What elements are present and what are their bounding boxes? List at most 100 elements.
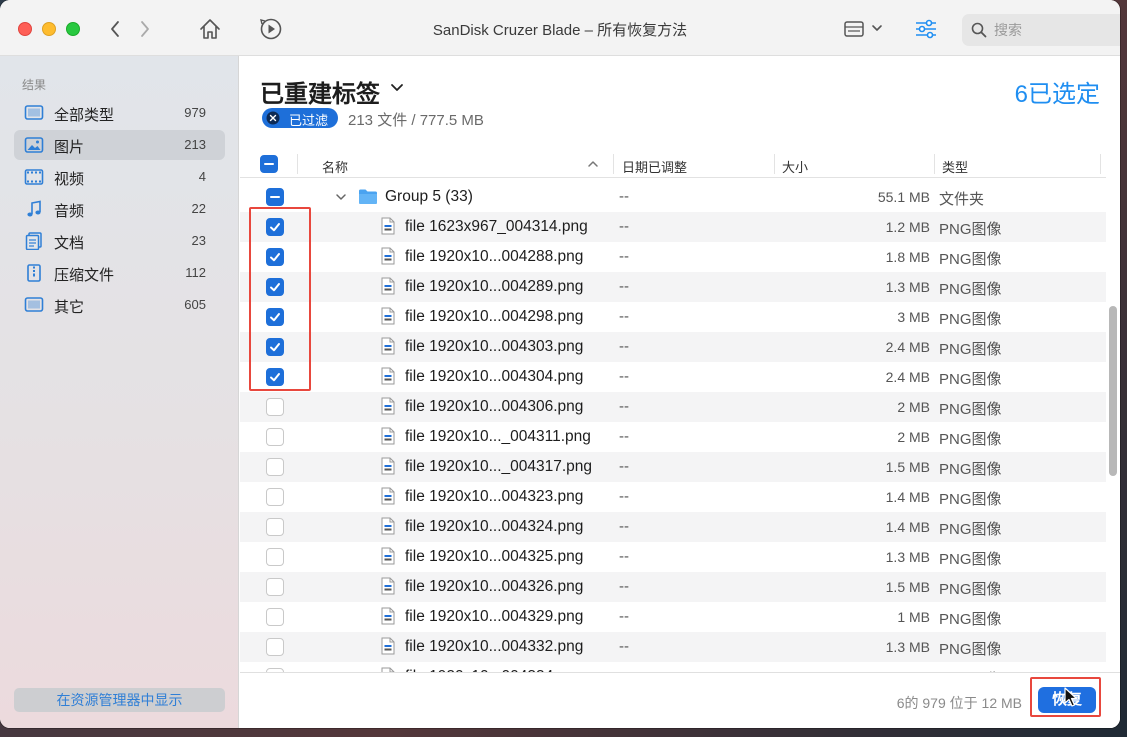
- chevron-down-icon[interactable]: [335, 192, 347, 202]
- file-kind: PNG图像: [939, 281, 1002, 298]
- column-separator: [774, 154, 775, 174]
- file-size: 3 MB: [897, 309, 930, 325]
- table-row[interactable]: file 1920x10...004332.png -- 1.3 MB PNG图像: [240, 632, 1106, 662]
- row-checkbox[interactable]: [266, 398, 284, 416]
- show-in-explorer-button[interactable]: 在资源管理器中显示: [14, 688, 225, 712]
- zoom-window-button[interactable]: [66, 22, 80, 36]
- row-checkbox[interactable]: [266, 368, 284, 386]
- row-checkbox[interactable]: [266, 608, 284, 626]
- file-name: file 1920x10...004306.png: [405, 398, 584, 415]
- table-row[interactable]: file 1920x10..._004311.png -- 2 MB PNG图像: [240, 422, 1106, 452]
- file-date: --: [619, 218, 629, 235]
- select-all-checkbox[interactable]: [260, 155, 278, 173]
- file-size: 1.3 MB: [885, 279, 930, 295]
- table-row[interactable]: file 1920x10...004298.png -- 3 MB PNG图像: [240, 302, 1106, 332]
- sort-ascending-icon[interactable]: [587, 159, 599, 169]
- page-title[interactable]: 已重建标签: [260, 74, 380, 109]
- table-row[interactable]: file 1920x10...004303.png -- 2.4 MB PNG图像: [240, 332, 1106, 362]
- sidebar-item-other[interactable]: 其它 605: [14, 290, 225, 320]
- chevron-down-icon[interactable]: [390, 82, 404, 94]
- list-view-icon: [844, 21, 882, 37]
- vertical-scrollbar[interactable]: [1106, 178, 1120, 672]
- group-checkbox[interactable]: [266, 188, 284, 206]
- scrollbar-thumb[interactable]: [1109, 306, 1117, 476]
- window-title: SanDisk Cruzer Blade – 所有恢复方法: [432, 22, 688, 39]
- row-checkbox[interactable]: [266, 548, 284, 566]
- forward-button[interactable]: [132, 16, 158, 42]
- png-file-icon: [381, 607, 395, 625]
- table-row[interactable]: file 1920x10...004324.png -- 1.4 MB PNG图像: [240, 512, 1106, 542]
- sidebar-item-images[interactable]: 图片 213: [14, 130, 225, 160]
- all-types-icon: [24, 105, 44, 120]
- png-file-icon: [381, 577, 395, 595]
- table-row[interactable]: file 1920x10..._004317.png -- 1.5 MB PNG图像: [240, 452, 1106, 482]
- home-button[interactable]: [197, 16, 223, 42]
- row-checkbox[interactable]: [266, 458, 284, 476]
- back-button[interactable]: [102, 16, 128, 42]
- row-checkbox[interactable]: [266, 308, 284, 326]
- row-checkbox[interactable]: [266, 428, 284, 446]
- column-header-kind[interactable]: 类型: [942, 157, 968, 176]
- table-row[interactable]: file 1920x10...004306.png -- 2 MB PNG图像: [240, 392, 1106, 422]
- sidebar-item-label: 视频: [54, 171, 85, 188]
- row-checkbox[interactable]: [266, 518, 284, 536]
- search-field[interactable]: [962, 14, 1120, 46]
- filter-badge[interactable]: 已过滤: [262, 108, 338, 128]
- file-kind: PNG图像: [939, 371, 1002, 388]
- title-bar: SanDisk Cruzer Blade – 所有恢复方法: [0, 0, 1120, 56]
- search-input[interactable]: [994, 20, 1064, 40]
- column-header-date[interactable]: 日期已调整: [622, 157, 687, 176]
- row-checkbox[interactable]: [266, 338, 284, 356]
- video-icon: [24, 169, 44, 185]
- row-checkbox[interactable]: [266, 488, 284, 506]
- table-row[interactable]: file 1920x10...004326.png -- 1.5 MB PNG图像: [240, 572, 1106, 602]
- row-checkbox[interactable]: [266, 248, 284, 266]
- chevron-right-icon: [141, 21, 149, 37]
- mouse-pointer-icon: [1064, 687, 1078, 707]
- row-checkbox[interactable]: [266, 638, 284, 656]
- row-checkbox[interactable]: [266, 278, 284, 296]
- png-file-icon: [381, 337, 395, 355]
- column-header-size[interactable]: 大小: [782, 157, 808, 176]
- file-date: --: [619, 518, 629, 535]
- file-name: file 1920x10..._004317.png: [405, 458, 593, 475]
- filter-settings-button[interactable]: [913, 16, 939, 42]
- scan-resume-button[interactable]: [258, 16, 284, 42]
- table-row[interactable]: file 1920x10...004334.png--1.3 MBPNG图像: [240, 662, 1106, 672]
- row-checkbox[interactable]: [266, 218, 284, 236]
- file-date: --: [619, 488, 629, 505]
- group-row[interactable]: Group 5 (33) -- 55.1 MB 文件夹: [240, 182, 1106, 212]
- file-size: 1.2 MB: [885, 219, 930, 235]
- column-header-name[interactable]: 名称: [322, 157, 348, 176]
- table-row[interactable]: file 1920x10...004323.png -- 1.4 MB PNG图像: [240, 482, 1106, 512]
- table-row[interactable]: file 1920x10...004288.png -- 1.8 MB PNG图像: [240, 242, 1106, 272]
- sidebar-item-documents[interactable]: 文档 23: [14, 226, 225, 256]
- file-list: Group 5 (33) -- 55.1 MB 文件夹 file 1623x96…: [240, 182, 1106, 672]
- minimize-window-button[interactable]: [42, 22, 56, 36]
- minus-icon: [264, 163, 274, 165]
- sidebar-item-archives[interactable]: 压缩文件 112: [14, 258, 225, 288]
- file-kind: PNG图像: [939, 311, 1002, 328]
- table-row[interactable]: file 1920x10...004304.png -- 2.4 MB PNG图像: [240, 362, 1106, 392]
- file-size: 2 MB: [897, 399, 930, 415]
- file-summary: 213 文件 / 777.5 MB: [348, 112, 484, 129]
- home-icon: [200, 19, 220, 39]
- table-row[interactable]: file 1920x10...004289.png -- 1.3 MB PNG图像: [240, 272, 1106, 302]
- sidebar-item-count: 213: [184, 137, 206, 152]
- sidebar-item-video[interactable]: 视频 4: [14, 162, 225, 192]
- sidebar-item-label: 图片: [54, 139, 85, 156]
- close-window-button[interactable]: [18, 22, 32, 36]
- sidebar-item-count: 605: [184, 297, 206, 312]
- table-row[interactable]: file 1920x10...004329.png -- 1 MB PNG图像: [240, 602, 1106, 632]
- table-row[interactable]: file 1920x10...004325.png -- 1.3 MB PNG图像: [240, 542, 1106, 572]
- table-row[interactable]: file 1623x967_004314.png -- 1.2 MB PNG图像: [240, 212, 1106, 242]
- column-separator: [934, 154, 935, 174]
- close-circle-icon[interactable]: [266, 111, 280, 125]
- view-mode-button[interactable]: [842, 18, 888, 40]
- file-date: --: [619, 548, 629, 565]
- sidebar-item-all-types[interactable]: 全部类型 979: [14, 98, 225, 128]
- row-checkbox[interactable]: [266, 578, 284, 596]
- sidebar-item-label: 压缩文件: [54, 267, 115, 284]
- sidebar-item-audio[interactable]: 音频 22: [14, 194, 225, 224]
- checkmark-icon: [270, 313, 280, 322]
